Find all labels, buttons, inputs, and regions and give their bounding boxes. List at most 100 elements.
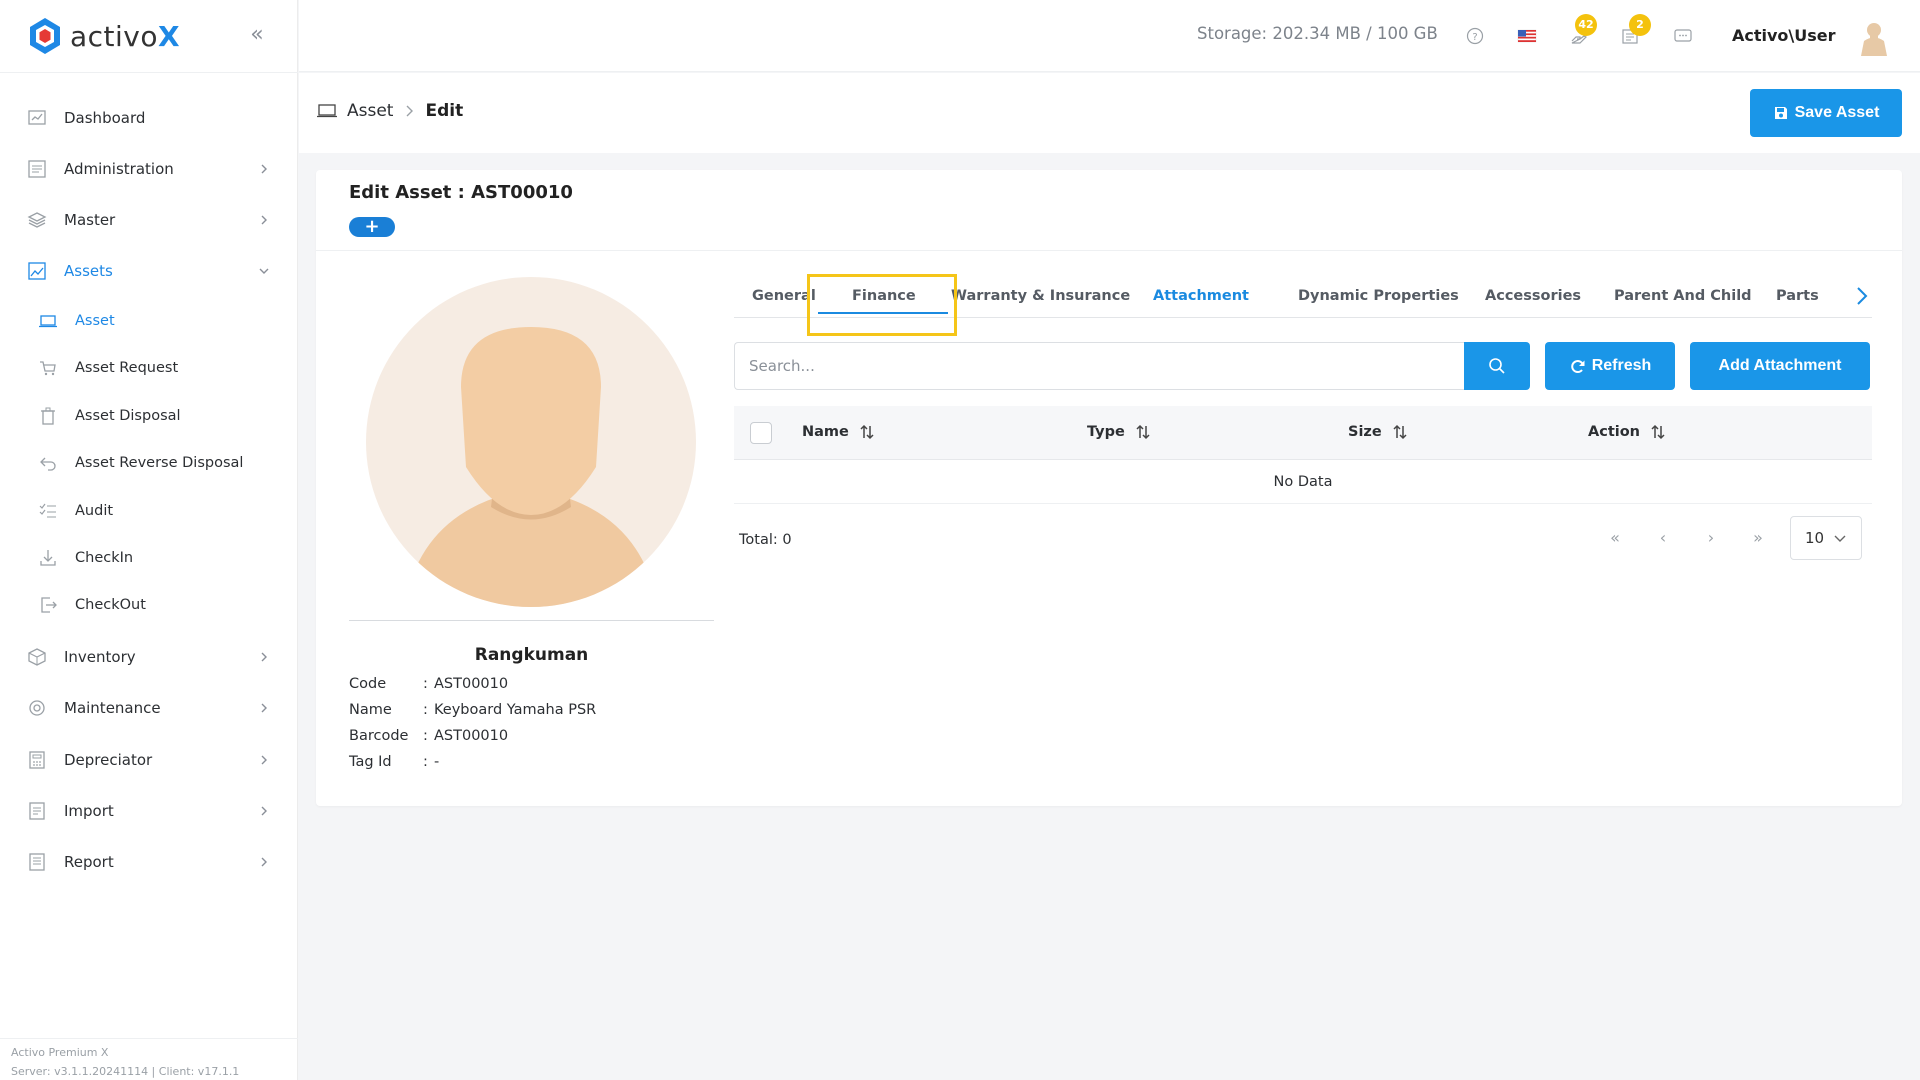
dashboard-icon [28, 110, 46, 125]
page-header: Asset Edit Save Asset [299, 73, 1920, 153]
sidebar-subitem-asset-reverse-disposal[interactable]: Asset Reverse Disposal [0, 443, 298, 483]
sidebar-subitem-asset[interactable]: Asset [0, 301, 298, 341]
column-header-action[interactable]: Action [1588, 423, 1666, 441]
sidebar-item-label: Inventory [64, 648, 136, 666]
summary-key: Code [349, 676, 387, 692]
total-count: Total: 0 [739, 532, 792, 548]
prev-page-icon[interactable]: ‹ [1653, 528, 1673, 548]
tab-highlight-box [807, 274, 957, 336]
sidebar-subitem-checkout[interactable]: CheckOut [0, 585, 298, 625]
sidebar-item-label: Administration [64, 160, 174, 178]
tab-parts[interactable]: Parts [1776, 288, 1819, 304]
save-asset-label: Save Asset [1794, 104, 1880, 121]
divider [349, 620, 714, 621]
chevron-right-icon [261, 164, 267, 174]
column-header-type[interactable]: Type [1087, 423, 1151, 441]
column-header-name[interactable]: Name [802, 423, 875, 441]
add-pill-button[interactable]: + [349, 217, 395, 237]
chevron-right-icon [261, 857, 267, 867]
calculator-icon [29, 751, 45, 769]
asset-photo-placeholder[interactable] [366, 277, 696, 607]
sidebar-subitem-label: Asset Reverse Disposal [75, 455, 244, 471]
brand-name: activoX [70, 19, 181, 53]
sidebar-item-label: Depreciator [64, 751, 153, 769]
chevron-right-icon [261, 806, 267, 816]
sidebar-item-report[interactable]: Report [0, 840, 298, 884]
divider [0, 72, 298, 73]
report-icon [29, 853, 45, 871]
sidebar-item-label: Dashboard [64, 109, 146, 127]
sidebar-item-assets[interactable]: Assets [0, 249, 298, 293]
refresh-button[interactable]: Refresh [1545, 342, 1675, 390]
breadcrumb-asset[interactable]: Asset [347, 101, 393, 121]
layers-icon [27, 212, 47, 228]
sort-icon [1136, 424, 1150, 440]
tab-dynamic-properties[interactable]: Dynamic Properties [1298, 288, 1459, 304]
attachment-search-input[interactable] [734, 342, 1464, 390]
last-page-icon[interactable]: » [1748, 528, 1768, 548]
column-header-size[interactable]: Size [1348, 423, 1408, 441]
undo-icon [40, 457, 56, 471]
sidebar-item-label: Maintenance [64, 699, 161, 717]
logo-hexagon-icon [30, 18, 60, 54]
column-label: Type [1087, 424, 1125, 440]
chevron-right-icon [261, 703, 267, 713]
sidebar-subitem-asset-disposal[interactable]: Asset Disposal [0, 396, 298, 436]
empty-table-message: No Data [734, 460, 1872, 504]
tab-scroll-right-icon[interactable] [1852, 284, 1872, 308]
sidebar-item-label: Master [64, 211, 116, 229]
sidebar-item-master[interactable]: Master [0, 198, 298, 242]
tab-parent-and-child[interactable]: Parent And Child [1614, 288, 1752, 304]
sidebar-item-inventory[interactable]: Inventory [0, 635, 298, 679]
breadcrumb: Asset Edit [317, 101, 463, 121]
tab-accessories[interactable]: Accessories [1485, 288, 1581, 304]
tab-warranty-insurance[interactable]: Warranty & Insurance [951, 288, 1130, 304]
sidebar-item-maintenance[interactable]: Maintenance [0, 686, 298, 730]
sidebar-subitem-checkin[interactable]: CheckIn [0, 538, 298, 578]
first-page-icon[interactable]: « [1605, 528, 1625, 548]
summary-value: - [434, 754, 440, 770]
select-all-checkbox[interactable] [750, 422, 772, 444]
sort-icon [1393, 424, 1407, 440]
laptop-icon [39, 315, 57, 328]
tab-attachment[interactable]: Attachment [1153, 288, 1249, 304]
save-asset-button[interactable]: Save Asset [1750, 89, 1902, 137]
refresh-label: Refresh [1591, 357, 1652, 374]
notification-count-badge: 42 [1575, 14, 1597, 36]
import-icon [29, 802, 45, 820]
summary-value: AST00010 [434, 676, 509, 692]
sidebar-item-label: Assets [64, 262, 113, 280]
sidebar-item-administration[interactable]: Administration [0, 147, 298, 191]
search-button[interactable] [1464, 342, 1530, 390]
summary-value: Keyboard Yamaha PSR [434, 702, 597, 718]
sidebar-item-dashboard[interactable]: Dashboard [0, 96, 298, 140]
chevron-down-icon [1834, 535, 1846, 542]
brand-logo[interactable]: activoX [28, 16, 180, 56]
next-page-icon[interactable]: › [1701, 528, 1721, 548]
chat-icon[interactable] [1671, 24, 1695, 48]
add-attachment-button[interactable]: Add Attachment [1690, 342, 1870, 390]
us-flag-icon[interactable] [1515, 24, 1539, 48]
sidebar-item-import[interactable]: Import [0, 789, 298, 833]
summary-key: Tag Id [349, 754, 392, 770]
page-size-select[interactable]: 10 [1790, 516, 1862, 560]
refresh-icon [1570, 359, 1585, 373]
user-avatar[interactable] [1854, 18, 1894, 58]
breadcrumb-edit: Edit [425, 101, 464, 121]
version-footer: Activo Premium X Server: v3.1.1.20241114… [0, 1038, 298, 1080]
username[interactable]: Activo\User [1732, 26, 1836, 45]
card-title: Edit Asset : AST00010 [349, 182, 573, 203]
chevron-right-icon [261, 215, 267, 225]
sidebar-subitem-audit[interactable]: Audit [0, 491, 298, 531]
checklist-icon [39, 503, 56, 518]
help-icon[interactable]: ? [1463, 24, 1487, 48]
sidebar-subitem-asset-request[interactable]: Asset Request [0, 348, 298, 388]
box-icon [28, 648, 46, 666]
collapse-sidebar-icon[interactable]: « [246, 22, 268, 48]
sidebar-item-depreciator[interactable]: Depreciator [0, 738, 298, 782]
table-header: Name Type Size Action [734, 406, 1872, 460]
sidebar-subitem-label: CheckOut [75, 597, 146, 613]
footer-product: Activo Premium X [11, 1046, 109, 1059]
column-label: Size [1348, 424, 1382, 440]
summary-key: Name [349, 702, 392, 718]
